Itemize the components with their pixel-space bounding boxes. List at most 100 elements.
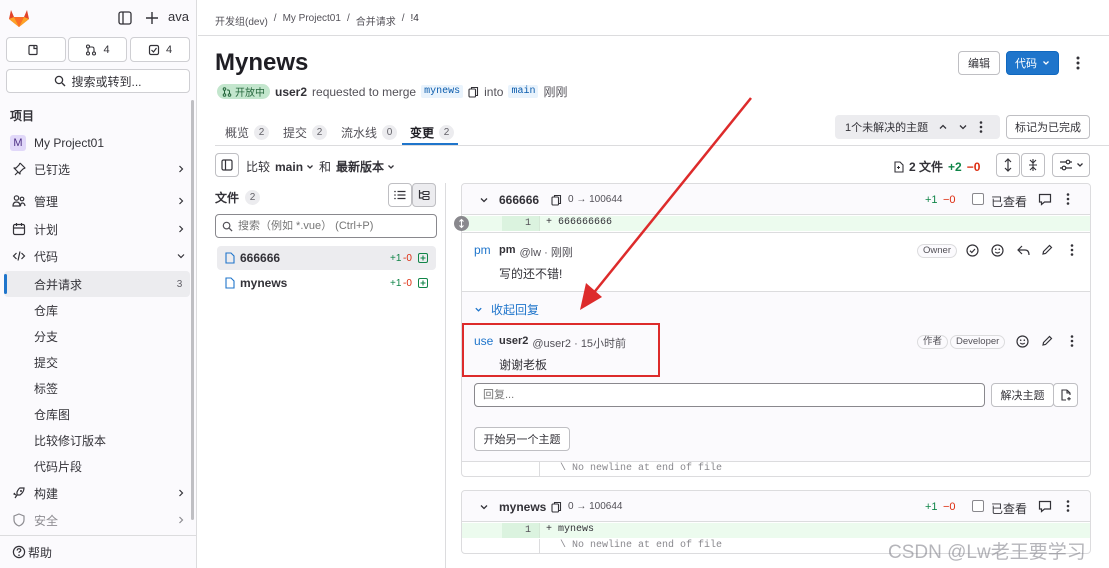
gitlab-logo-icon[interactable] (8, 8, 30, 28)
diff-settings-button[interactable] (1052, 153, 1090, 177)
search-goto-button[interactable]: 搜索或转到... (6, 69, 190, 93)
resolve-check-icon[interactable] (966, 244, 979, 257)
expand-lines-icon[interactable] (454, 216, 469, 231)
list-icon (394, 190, 406, 200)
sidebar-toggle-icon[interactable] (118, 11, 132, 25)
viewed-checkbox[interactable] (972, 193, 984, 205)
line-number[interactable]: 1 (502, 216, 540, 231)
sidebar-item-build[interactable]: 构建 (0, 480, 197, 506)
file-more-icon[interactable] (1065, 192, 1071, 206)
unresolved-threads-control[interactable]: 1个未解决的主题 (835, 115, 1000, 139)
comment-icon[interactable] (1038, 500, 1052, 513)
file-more-icon[interactable] (1065, 499, 1071, 513)
list-view-button[interactable] (388, 183, 412, 207)
tab-pipelines[interactable]: 流水线 0 (341, 118, 398, 146)
sidebar-toggle-icon (221, 159, 233, 171)
reply-input[interactable] (483, 389, 973, 401)
line-number[interactable]: 1 (502, 523, 540, 538)
sidebar-subitem-label: 仓库 (34, 303, 59, 318)
no-newline-line: \ No newline at end of file (462, 462, 1090, 476)
resolve-thread-button[interactable]: 解决主题 (991, 383, 1054, 407)
todos-counter-button[interactable]: 4 (130, 37, 190, 62)
line-content: + mynews (546, 524, 595, 535)
sidebar-scrollbar[interactable] (191, 100, 194, 520)
user-avatar[interactable]: ava (168, 9, 189, 24)
issues-counter-button[interactable] (6, 37, 66, 62)
more-actions-icon[interactable] (1074, 55, 1082, 71)
search-icon (222, 221, 233, 232)
code-dropdown-button[interactable]: 代码 (1006, 51, 1059, 75)
mark-as-done-button[interactable]: 标记为已完成 (1006, 115, 1090, 139)
diff-file-name[interactable]: 666666 (499, 193, 539, 207)
reply-icon[interactable] (1017, 245, 1030, 256)
file-tree-item[interactable]: mynews +1 -0 (217, 271, 436, 295)
sidebar-subitem-tags[interactable]: 标签 (0, 375, 192, 401)
edit-pencil-icon[interactable] (1041, 335, 1053, 347)
sidebar-item-plan[interactable]: 计划 (0, 216, 197, 242)
file-search-field[interactable] (215, 214, 437, 238)
chevron-down-icon[interactable] (479, 195, 489, 205)
collapse-replies-button[interactable]: 收起回复 (474, 301, 539, 318)
sidebar-subitem-compare[interactable]: 比较修订版本 (0, 427, 192, 453)
edit-pencil-icon[interactable] (1041, 244, 1053, 256)
file-search-input[interactable] (238, 220, 433, 232)
diff-file-name[interactable]: mynews (499, 500, 546, 514)
note-avatar[interactable]: pm (474, 243, 491, 257)
collapse-icon (1029, 159, 1037, 171)
sidebar-subitem-repo-graph[interactable]: 仓库图 (0, 401, 192, 427)
tab-count: 2 (312, 124, 328, 140)
reply-field[interactable] (474, 383, 985, 407)
sidebar-item-pinned[interactable]: 已钉选 (0, 156, 197, 182)
file-tree-item[interactable]: 666666 +1 -0 (217, 246, 436, 270)
chevron-up-icon[interactable] (938, 122, 948, 132)
threads-more-icon[interactable] (978, 120, 984, 134)
help-button[interactable]: 帮助 (0, 539, 197, 565)
emoji-reaction-icon[interactable] (991, 244, 1004, 257)
comment-icon[interactable] (1038, 193, 1052, 206)
copy-path-icon[interactable] (551, 501, 562, 513)
breadcrumb-project[interactable]: My Project01 (283, 13, 341, 28)
sidebar-item-security[interactable]: 安全 (0, 507, 197, 533)
source-branch[interactable]: mynews (421, 85, 464, 98)
note-more-icon[interactable] (1069, 243, 1075, 257)
create-issue-button[interactable] (1053, 383, 1078, 407)
tab-commits[interactable]: 提交 2 (283, 118, 328, 146)
merge-requests-counter-button[interactable]: 4 (68, 37, 127, 62)
start-new-thread-button[interactable]: 开始另一个主题 (474, 427, 570, 451)
note-more-icon[interactable] (1069, 334, 1075, 348)
mr-author[interactable]: user2 (275, 85, 307, 99)
copy-branch-icon[interactable] (468, 86, 479, 98)
chevron-down-icon[interactable] (958, 122, 968, 132)
sidebar-subitem-snippets[interactable]: 代码片段 (0, 453, 192, 479)
tab-changes[interactable]: 变更 2 (410, 118, 455, 146)
sidebar-item-manage[interactable]: 管理 (0, 188, 197, 214)
sidebar-subitem-branches[interactable]: 分支 (0, 323, 192, 349)
target-branch[interactable]: main (508, 85, 539, 98)
expand-all-button[interactable] (996, 153, 1020, 177)
file-tree-title: 文件 2 (215, 189, 261, 206)
edit-button[interactable]: 编辑 (958, 51, 1000, 75)
tab-overview[interactable]: 概览 2 (225, 118, 270, 146)
toggle-file-tree-button[interactable] (215, 153, 239, 177)
chevron-down-icon[interactable] (479, 502, 489, 512)
breadcrumb-mr[interactable]: !4 (411, 13, 419, 28)
plus-icon[interactable] (145, 11, 159, 25)
sidebar-subitem-commits[interactable]: 提交 (0, 349, 192, 375)
breadcrumb-group[interactable]: 开发组(dev) (215, 13, 268, 28)
collapse-all-button[interactable] (1021, 153, 1045, 177)
file-tree-resizer[interactable] (445, 183, 446, 568)
compare-base-dropdown[interactable]: main (275, 160, 314, 174)
viewed-checkbox[interactable] (972, 500, 984, 512)
sidebar-subitem-repository[interactable]: 仓库 (0, 297, 192, 323)
edit-label: 编辑 (968, 58, 990, 70)
compare-head-dropdown[interactable]: 最新版本 (336, 158, 395, 175)
tree-view-button[interactable] (412, 183, 436, 207)
emoji-reaction-icon[interactable] (1016, 335, 1029, 348)
note-author[interactable]: pm (499, 244, 516, 260)
sidebar-project[interactable]: M My Project01 (0, 130, 197, 156)
sidebar-item-code[interactable]: 代码 (0, 243, 197, 269)
sidebar-subitem-merge-requests[interactable]: 合并请求 3 (4, 271, 190, 297)
code-icon (12, 249, 26, 263)
merge-request-open-icon (222, 86, 232, 97)
breadcrumb-mrs[interactable]: 合并请求 (356, 13, 396, 28)
